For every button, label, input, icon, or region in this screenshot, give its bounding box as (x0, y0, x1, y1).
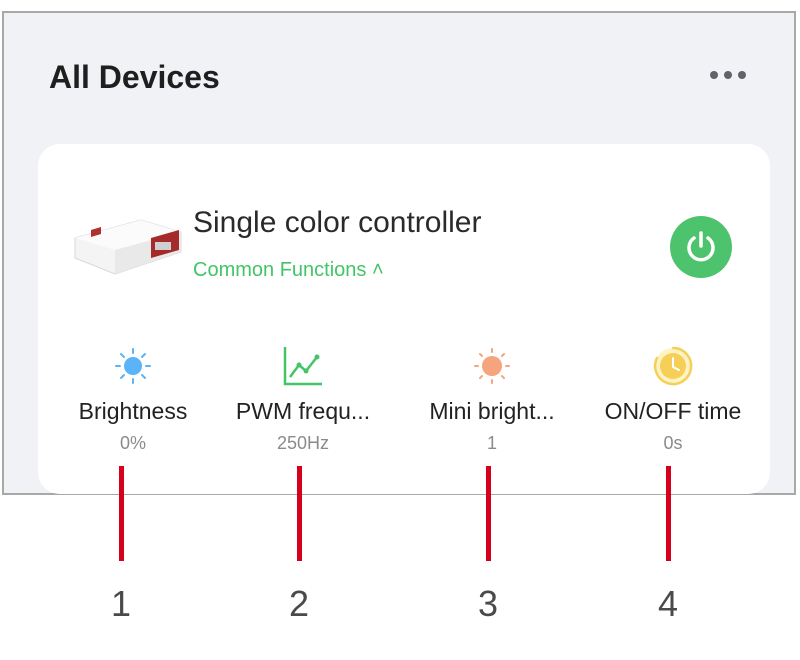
power-button[interactable] (670, 216, 732, 278)
more-horizontal-icon[interactable] (710, 67, 754, 83)
function-label: Mini bright... (429, 398, 555, 424)
device-card[interactable]: Single color controller Common Functions… (38, 144, 770, 494)
sun-orange-icon (474, 348, 510, 384)
function-value: 0s (663, 433, 683, 453)
common-functions-toggle[interactable]: Common Functions ˄ (193, 259, 384, 282)
device-name: Single color controller (193, 206, 482, 239)
sun-blue-icon (115, 348, 151, 384)
line-chart-icon (283, 347, 322, 386)
callout-line-3 (486, 466, 491, 561)
callout-number-4: 4 (657, 583, 679, 624)
function-on-off-time[interactable]: ON/OFF time 0s (578, 344, 768, 454)
timer-icon (653, 346, 693, 386)
controller-thumbnail (74, 219, 182, 275)
function-value: 250Hz (276, 433, 330, 453)
page-title: All Devices (49, 59, 220, 95)
devices-panel: All Devices Single color controller Comm… (2, 11, 796, 495)
callout-number-3: 3 (477, 583, 499, 624)
function-mini-brightness[interactable]: Mini bright... 1 (397, 344, 587, 454)
callout-line-1 (119, 466, 124, 561)
function-value: 0% (119, 433, 146, 453)
power-icon (687, 231, 715, 262)
function-value: 1 (486, 433, 497, 453)
function-label: PWM frequ... (235, 398, 371, 424)
function-pwm-frequency[interactable]: PWM frequ... 250Hz (208, 344, 398, 454)
function-brightness[interactable]: Brightness 0% (38, 344, 228, 454)
function-label: Brightness (78, 398, 188, 424)
callout-line-2 (297, 466, 302, 561)
callout-line-4 (666, 466, 671, 561)
function-label: ON/OFF time (604, 398, 742, 424)
callout-number-2: 2 (288, 583, 310, 624)
callout-number-1: 1 (110, 583, 132, 624)
